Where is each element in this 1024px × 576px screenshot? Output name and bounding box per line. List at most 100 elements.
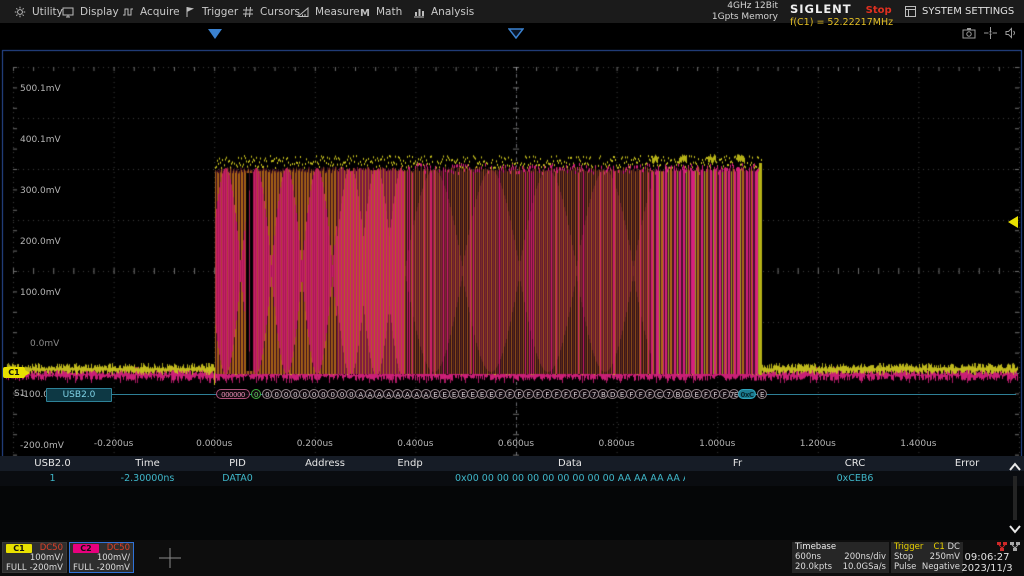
analysis-icon (413, 6, 425, 18)
y-axis-label: 200.0mV (20, 237, 61, 247)
trigger-title: Trigger (894, 542, 923, 552)
table-cell: 0x00 00 00 00 00 00 00 00 00 00 AA AA AA… (455, 471, 685, 486)
trigger-level-marker[interactable] (1008, 216, 1018, 228)
timebase-points: 20.0kpts (795, 562, 832, 572)
measure-icon (297, 6, 309, 18)
system-settings-label: SYSTEM SETTINGS (922, 6, 1014, 17)
trigger-delay-marker[interactable] (508, 28, 524, 39)
table-header-cell: Time (105, 456, 190, 471)
menu-item-label: Display (80, 6, 119, 18)
menu-item-utility[interactable]: Utility (14, 0, 63, 23)
timebase-rate: 10.0GSa/s (843, 562, 886, 572)
channel2-bandwidth: FULL (73, 563, 94, 573)
run-state-indicator: Stop (866, 5, 892, 16)
decode-token-pid: 0 (251, 389, 261, 399)
spec-bandwidth: 4GHz 12Bit (700, 1, 778, 12)
menu-item-label: Measure (315, 6, 360, 18)
x-axis-label: 1.400us (900, 439, 936, 449)
menu-item-analysis[interactable]: Analysis (413, 0, 474, 23)
table-header-cell: CRC (790, 456, 920, 471)
menu-item-acquire[interactable]: Acquire (122, 0, 180, 23)
channel1-badge: C1 (6, 544, 32, 553)
cursors-icon (242, 6, 254, 18)
math-icon: M (358, 6, 370, 18)
decode-token-crc: 0xC (738, 389, 756, 399)
x-axis-label: 0.400us (397, 439, 433, 449)
table-cell: DATA0 (190, 471, 285, 486)
table-row[interactable]: 1-2.30000nsDATA00x00 00 00 00 00 00 00 0… (0, 471, 1024, 486)
x-axis-label: 1.200us (800, 439, 836, 449)
buzzer-icon[interactable] (1004, 27, 1016, 39)
monitor-icon (62, 6, 74, 18)
trigger-source: C1 (933, 542, 944, 552)
table-header-cell: USB2.0 (0, 456, 105, 471)
y-axis-label: 100.0mV (20, 288, 61, 298)
y-axis-label: 300.0mV (20, 186, 61, 196)
channel1-offset: -200mV (30, 563, 63, 573)
decode-token: E (757, 389, 767, 399)
scrollbar-track[interactable] (1013, 476, 1017, 520)
channel2-descriptor[interactable]: C2DC50 100mV/ FULL-200mV (69, 542, 134, 573)
scroll-up-icon[interactable] (1009, 462, 1021, 472)
timebase-title: Timebase (795, 542, 836, 552)
x-axis-label: -0.200us (94, 439, 133, 449)
timebase-descriptor[interactable]: Timebase 600ns200ns/div 20.0kpts10.0GSa/… (792, 542, 889, 573)
trigger-time-marker[interactable] (208, 29, 222, 39)
acquire-icon (122, 6, 134, 18)
waveform-canvas[interactable] (0, 49, 1024, 479)
trigger-type: Pulse (894, 562, 916, 572)
auto-align-icon[interactable] (984, 27, 997, 39)
lan-icon-red (997, 542, 1007, 551)
top-menu-bar: 4GHz 12Bit 1Gpts Memory SIGLENTStop f(C1… (0, 0, 1024, 23)
menu-item-label: Cursors (260, 6, 300, 18)
gear-icon (14, 6, 26, 18)
clock-date: 2023/11/3 (952, 563, 1022, 574)
y-axis-label: 400.1mV (20, 135, 61, 145)
y-axis-label: 500.1mV (20, 84, 61, 94)
waveform-plot-area: C1 S1 USB2.0 00000000000000000AAAAAAAAEE… (0, 23, 1024, 456)
channel2-offset: -200mV (97, 563, 130, 573)
menu-item-label: Trigger (202, 6, 238, 18)
menu-item-label: Analysis (431, 6, 474, 18)
spec-memory: 1Gpts Memory (700, 12, 778, 23)
table-cell (365, 471, 455, 486)
y-axis-label: -200.0mV (20, 441, 64, 451)
channel1-scale: 100mV/ (30, 553, 63, 563)
status-bar: C1DC50 100mV/ FULL-200mV C2DC50 100mV/ F… (0, 540, 1024, 576)
menu-item-display[interactable]: Display (62, 0, 119, 23)
table-cell (285, 471, 365, 486)
table-header-cell: Data (455, 456, 685, 471)
x-axis-label: 0.200us (297, 439, 333, 449)
decode-result-table: USB2.0TimePIDAddressEndpDataFrCRCError1-… (0, 456, 1024, 540)
menu-item-cursors[interactable]: Cursors (242, 0, 300, 23)
serial-bus-tag: S1 (14, 389, 25, 399)
menu-item-math[interactable]: MMath (358, 0, 402, 23)
menu-item-measure[interactable]: Measure (297, 0, 360, 23)
channel1-bandwidth: FULL (6, 563, 27, 573)
trigger-state: Stop (894, 552, 913, 562)
add-channel-button[interactable] (158, 547, 182, 569)
scope-spec: 4GHz 12Bit 1Gpts Memory (700, 1, 778, 22)
table-header-cell: Address (285, 456, 365, 471)
clock-time: 09:06:27 (952, 552, 1022, 563)
y-axis-label: 0.0mV (30, 339, 59, 349)
camera-icon[interactable] (962, 27, 976, 39)
brand-logo: SIGLENT (790, 2, 852, 16)
menu-item-label: Utility (32, 6, 63, 18)
system-settings-button[interactable]: SYSTEM SETTINGS (905, 0, 1014, 23)
timebase-scale: 200ns/div (844, 552, 886, 562)
menu-item-trigger[interactable]: Trigger (184, 0, 238, 23)
table-header-cell: Error (920, 456, 1014, 471)
x-axis-label: 0.000us (196, 439, 232, 449)
oscilloscope-screen: 4GHz 12Bit 1Gpts Memory SIGLENTStop f(C1… (0, 0, 1024, 576)
svg-text:M: M (360, 8, 370, 18)
table-header-cell: Endp (365, 456, 455, 471)
table-cell (685, 471, 790, 486)
x-axis-label: 1.000us (699, 439, 735, 449)
channel1-descriptor[interactable]: C1DC50 100mV/ FULL-200mV (2, 542, 67, 573)
bus-name-label[interactable]: USB2.0 (46, 388, 112, 402)
x-axis-label: 0.600us (498, 439, 534, 449)
channel1-ground-marker[interactable]: C1 (3, 367, 25, 378)
channel2-scale: 100mV/ (97, 553, 130, 563)
scroll-down-icon[interactable] (1009, 524, 1021, 534)
